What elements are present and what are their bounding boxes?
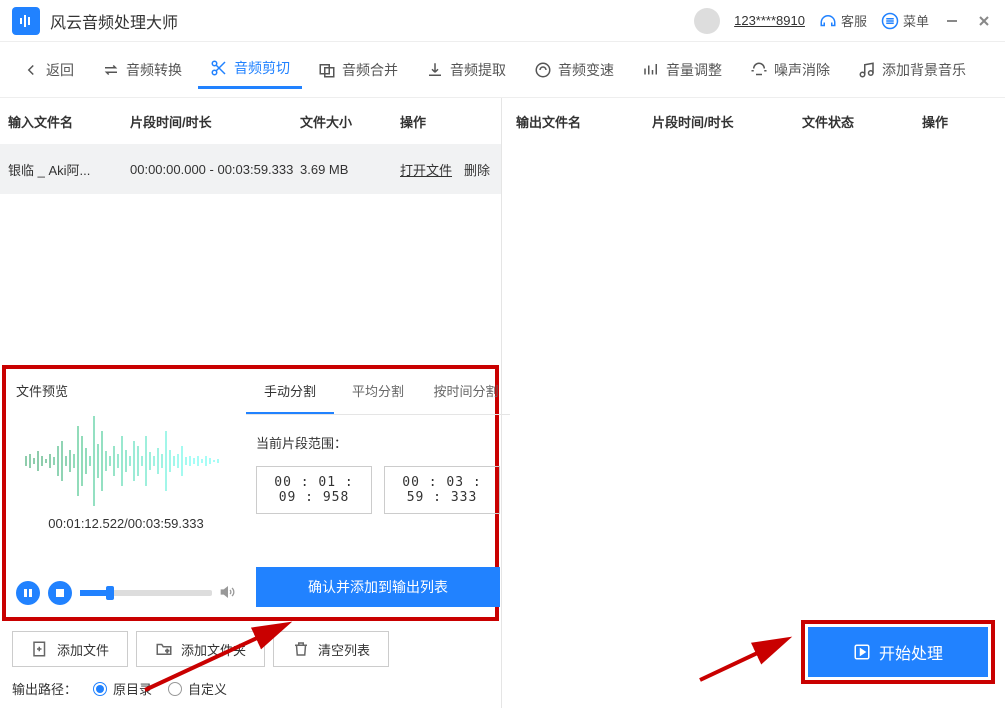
back-label: 返回 — [46, 60, 74, 80]
file-time: 00:00:00.000 - 00:03:59.333 — [130, 162, 300, 177]
add-file-button[interactable]: 添加文件 — [12, 631, 128, 667]
range-end-input[interactable]: 00 : 03 : 59 : 333 — [384, 466, 500, 514]
user-avatar[interactable] — [694, 8, 720, 34]
tab-extract[interactable]: 音频提取 — [414, 52, 518, 88]
playback-time: 00:01:12.522/00:03:59.333 — [16, 516, 236, 575]
app-logo — [12, 7, 40, 35]
back-button[interactable]: 返回 — [10, 52, 86, 88]
clear-list-button[interactable]: 清空列表 — [273, 631, 389, 667]
tab-bgm[interactable]: 添加背景音乐 — [846, 52, 978, 88]
open-file-link[interactable]: 打开文件 — [400, 160, 452, 179]
start-button-highlight: 开始处理 — [801, 620, 995, 684]
input-table-row[interactable]: 银临 _ Aki阿... 00:00:00.000 - 00:03:59.333… — [0, 144, 501, 194]
range-start-input[interactable]: 00 : 01 : 09 : 958 — [256, 466, 372, 514]
stop-button[interactable] — [48, 581, 72, 605]
minimize-button[interactable] — [943, 12, 961, 30]
range-label: 当前片段范围： — [256, 433, 500, 452]
tab-label: 音频合并 — [342, 60, 398, 80]
customer-service-button[interactable]: 客服 — [819, 11, 867, 30]
input-table-header: 输入文件名 片段时间/时长 文件大小 操作 — [0, 98, 501, 144]
split-tab-average[interactable]: 平均分割 — [334, 369, 422, 414]
tab-label: 音频剪切 — [234, 58, 290, 78]
preview-label: 文件预览 — [16, 381, 236, 400]
tab-denoise[interactable]: 噪声消除 — [738, 52, 842, 88]
file-size: 3.69 MB — [300, 162, 400, 177]
delete-link[interactable]: 删除 — [464, 160, 490, 179]
user-id[interactable]: 123****8910 — [734, 13, 805, 28]
tab-convert[interactable]: 音频转换 — [90, 52, 194, 88]
tab-label: 音频提取 — [450, 60, 506, 80]
app-title: 风云音频处理大师 — [50, 9, 694, 33]
pause-button[interactable] — [16, 581, 40, 605]
tab-label: 噪声消除 — [774, 60, 830, 80]
radio-custom[interactable]: 自定义 — [168, 679, 227, 698]
radio-original[interactable]: 原目录 — [93, 679, 152, 698]
tab-label: 添加背景音乐 — [882, 60, 966, 80]
output-path-label: 输出路径： — [12, 679, 77, 698]
tab-label: 音频变速 — [558, 60, 614, 80]
add-folder-button[interactable]: + 添加文件夹 — [136, 631, 265, 667]
svg-text:+: + — [166, 649, 170, 655]
start-process-button[interactable]: 开始处理 — [808, 627, 988, 677]
split-tab-manual[interactable]: 手动分割 — [246, 369, 334, 414]
close-button[interactable] — [975, 12, 993, 30]
tab-label: 音量调整 — [666, 60, 722, 80]
tab-cut[interactable]: 音频剪切 — [198, 50, 302, 89]
customer-service-label: 客服 — [841, 11, 867, 30]
tab-volume[interactable]: 音量调整 — [630, 52, 734, 88]
volume-icon[interactable] — [220, 584, 236, 603]
file-name: 银临 _ Aki阿... — [0, 160, 130, 179]
output-table-header: 输出文件名 片段时间/时长 文件状态 操作 — [502, 98, 1005, 144]
waveform-display[interactable] — [16, 406, 236, 516]
tab-label: 音频转换 — [126, 60, 182, 80]
menu-label: 菜单 — [903, 11, 929, 30]
editor-panel: 文件预览 00:01:12.522/00:03:59.333 — [2, 365, 499, 621]
confirm-add-button[interactable]: 确认并添加到输出列表 — [256, 567, 500, 607]
menu-button[interactable]: 菜单 — [881, 11, 929, 30]
progress-slider[interactable] — [80, 590, 212, 596]
tab-speed[interactable]: 音频变速 — [522, 52, 626, 88]
tab-merge[interactable]: 音频合并 — [306, 52, 410, 88]
split-tab-bytime[interactable]: 按时间分割 — [422, 369, 510, 414]
